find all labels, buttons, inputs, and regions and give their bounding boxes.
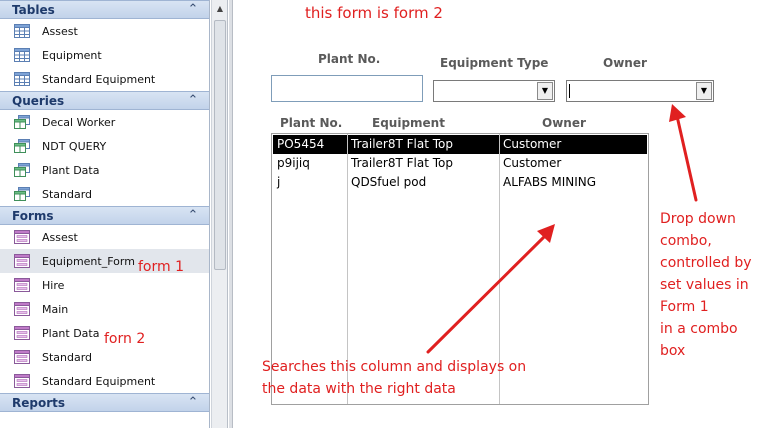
annotation-arrows [426,104,698,354]
arrow-to-owner-combo [675,114,698,202]
arrow-to-owner-column [426,232,549,354]
arrowhead-owner-combo [669,104,686,122]
